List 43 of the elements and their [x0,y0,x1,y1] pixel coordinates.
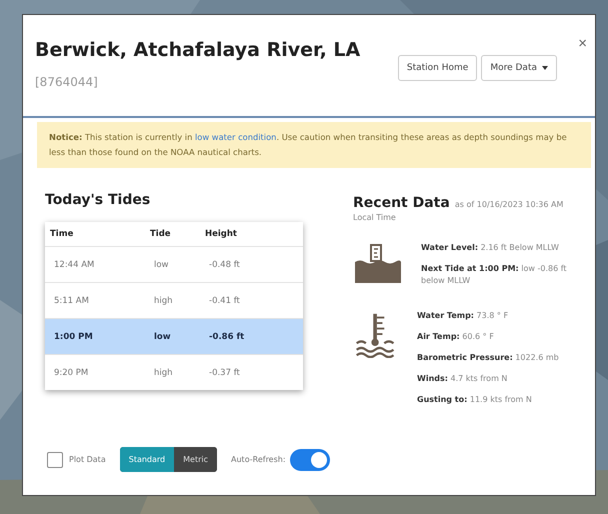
reading-text: Winds: 4.7 kts from N [417,373,508,385]
notice-text: Notice: This station is currently in low water condition. Use caution when transiting these areas as depth soundings may be less than those found on the NOAA nautical charts. [49,131,568,159]
table-cell-text: high [153,296,174,306]
auto-refresh-label: Auto-Refresh: [231,455,286,464]
table-cell-text: -0.37 ft [208,368,241,378]
station-home-button[interactable]: Station Home [398,55,478,81]
column-header: Height [205,229,238,239]
table-cell-text: low [153,332,172,342]
table-cell-text: 1:00 PM [53,332,94,342]
more-data-dropdown[interactable]: More Data [481,55,557,81]
table-cell-text: -0.86 ft [208,332,246,342]
tides-heading: Today's Tides [45,192,152,208]
plot-data-checkbox[interactable] [47,452,63,468]
station-title: Berwick, Atchafalaya River, LA [35,39,362,61]
table-cell-text: low [153,260,170,270]
reading-text: Gusting to: 11.9 kts from N [417,394,533,406]
recent-heading: Recent Data [353,195,450,211]
station-id: [8764044] [35,75,99,89]
tide-row[interactable]: 9:20 PM high -0.37 ft [45,354,303,390]
close-button[interactable]: × [578,35,587,52]
reading-text: Barometric Pressure: 1022.6 mb [417,352,560,364]
water-level-gauge-icon [353,244,403,284]
table-cell-text: -0.48 ft [208,260,241,270]
table-cell-text: 12:44 AM [53,260,96,270]
plot-data-label: Plot Data [69,455,106,464]
caret-icon [542,66,548,70]
as-of-time: as of 10/16/2023 10:36 AM [454,200,564,209]
unit-toggle-button[interactable]: Standard [120,447,174,472]
low-water-link[interactable]: low water condition [195,132,276,142]
column-header: Time [50,229,74,239]
auto-refresh-switch[interactable] [290,448,330,470]
tide-row[interactable]: 1:00 PM low -0.86 ft [45,318,303,354]
column-header: Tide [150,229,172,239]
reading-text: Water Temp: 73.8 ° F [417,310,510,322]
reading-text: Air Temp: 60.6 ° F [417,331,495,343]
tide-row[interactable]: 12:44 AM low -0.48 ft [45,246,303,282]
reading-text: Water Level: 2.16 ft Below MLLW [421,242,560,254]
reading-text: Next Tide at 1:00 PM: low -0.86 ft below MLLW [421,263,568,287]
table-cell-text: high [153,368,174,378]
table-cell-text: -0.41 ft [208,296,241,306]
table-cell-text: 5:11 AM [53,296,90,306]
table-cell-text: 9:20 PM [53,368,90,378]
local-time-label: Local Time [353,213,397,222]
